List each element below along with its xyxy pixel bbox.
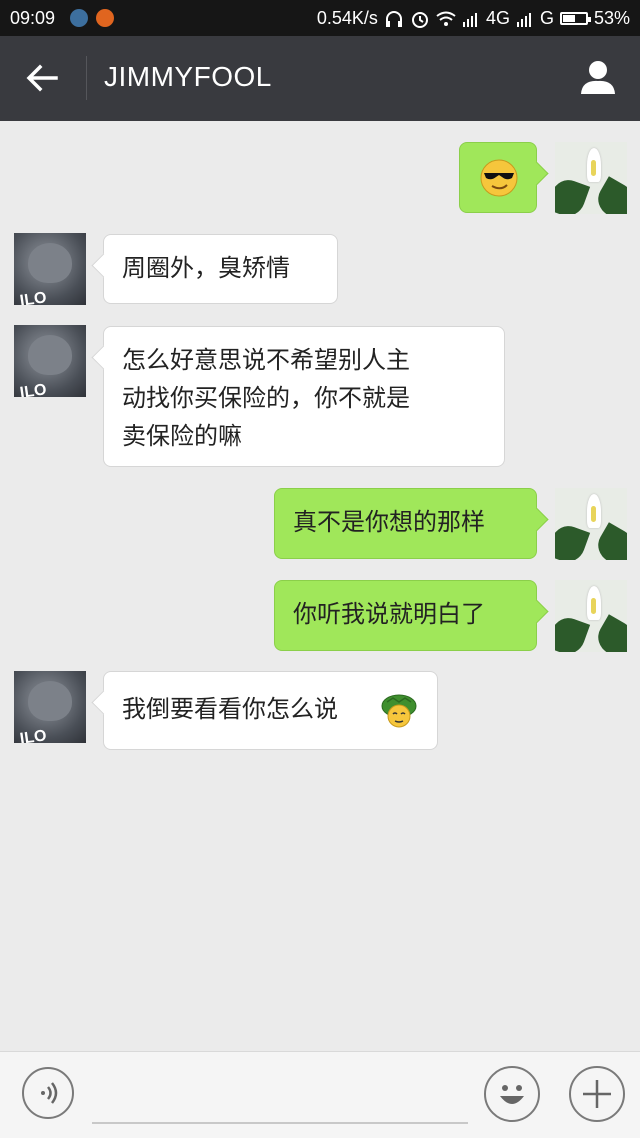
- clock: 09:09: [10, 8, 56, 28]
- message-text: 我倒要看看你怎么说: [122, 695, 338, 723]
- header-divider: [86, 56, 87, 100]
- message-incoming: ILO 我倒要看看你怎么说: [0, 671, 640, 761]
- network-speed: 0.54K/s: [316, 8, 378, 28]
- plus-icon: [583, 1080, 611, 1108]
- signal-icon: [462, 12, 477, 27]
- headphones-icon: [385, 10, 402, 27]
- message-outgoing: [0, 121, 640, 221]
- message-input[interactable]: [92, 1122, 468, 1124]
- chat-title: JIMMYFOOL: [104, 61, 272, 92]
- status-indicators: 0.54K/s 4G G 53%: [317, 8, 630, 29]
- emoji-button[interactable]: [484, 1066, 540, 1122]
- chat-header: JIMMYFOOL: [0, 36, 640, 121]
- message-incoming: ILO 怎么好意思说不希望别人主 动找你买保险的，你不就是 卖保险的嘛: [0, 325, 640, 475]
- message-text: 周圈外，臭矫情: [122, 254, 290, 282]
- my-avatar[interactable]: [555, 142, 627, 214]
- app-notification-icon: [96, 9, 114, 27]
- sunglasses-smiley-icon: [480, 159, 518, 197]
- battery-level: [562, 15, 575, 22]
- message-bubble[interactable]: 你听我说就明白了: [274, 580, 537, 651]
- wifi-icon: [436, 11, 456, 26]
- back-arrow-icon[interactable]: [20, 56, 64, 100]
- voice-button[interactable]: [22, 1067, 74, 1119]
- message-bubble[interactable]: 怎么好意思说不希望别人主 动找你买保险的，你不就是 卖保险的嘛: [103, 326, 505, 467]
- input-bar: [0, 1051, 640, 1138]
- message-line: 卖保险的嘛: [122, 422, 242, 450]
- my-avatar[interactable]: [555, 580, 627, 652]
- smiley-icon: [500, 1085, 524, 1104]
- contact-avatar[interactable]: ILO: [14, 671, 86, 743]
- person-icon[interactable]: [576, 56, 620, 100]
- chat-area: ILO 周圈外，臭矫情 ILO 怎么好意思说不希望别人主 动找你买保险的，你不就…: [0, 121, 640, 1051]
- message-bubble[interactable]: 我倒要看看你怎么说: [103, 671, 438, 750]
- contact-avatar[interactable]: ILO: [14, 233, 86, 305]
- message-line: 怎么好意思说不希望别人主: [122, 346, 410, 374]
- battery-percent: 53%: [593, 8, 630, 28]
- more-button[interactable]: [569, 1066, 625, 1122]
- battery-icon: [559, 12, 591, 25]
- voice-icon: [41, 1082, 58, 1104]
- alarm-icon: [411, 11, 428, 28]
- message-line: 动找你买保险的，你不就是: [122, 384, 410, 412]
- turtle-emoji-icon: [381, 694, 417, 728]
- message-text: 你听我说就明白了: [293, 600, 485, 628]
- message-incoming: ILO 周圈外，臭矫情: [0, 233, 640, 313]
- contact-avatar[interactable]: ILO: [14, 325, 86, 397]
- signal-icon-2: [516, 12, 531, 27]
- message-outgoing: 你听我说就明白了: [0, 580, 640, 660]
- message-bubble[interactable]: [459, 142, 537, 213]
- my-avatar[interactable]: [555, 488, 627, 560]
- message-bubble[interactable]: 真不是你想的那样: [274, 488, 537, 559]
- status-bar: 09:09 0.54K/s 4G G 53%: [0, 0, 640, 36]
- network-type-g: G: [539, 8, 554, 28]
- message-outgoing: 真不是你想的那样: [0, 488, 640, 568]
- notification-icon: [70, 9, 88, 27]
- message-text: 真不是你想的那样: [293, 508, 485, 536]
- network-type-4g: 4G: [485, 8, 510, 28]
- message-bubble[interactable]: 周圈外，臭矫情: [103, 234, 338, 304]
